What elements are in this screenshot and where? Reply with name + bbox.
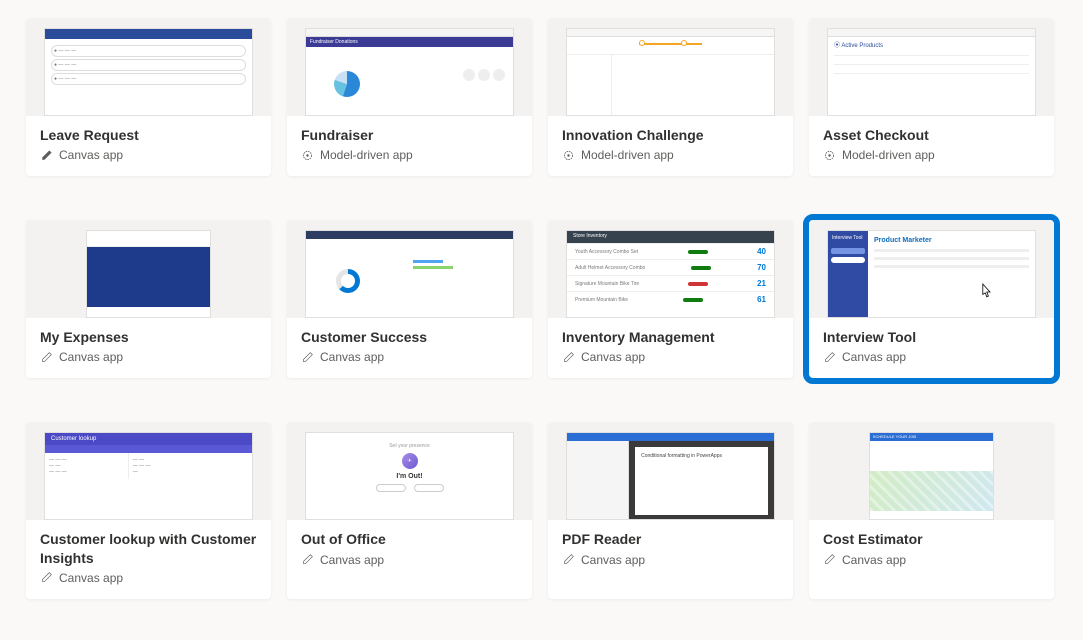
app-card-asset-checkout[interactable]: ⦿ Active Products Asset Checkout Model-d…: [809, 18, 1054, 176]
cursor-pointer-icon: [978, 282, 994, 307]
app-type: Canvas app: [59, 350, 123, 364]
pencil-icon: [562, 553, 575, 566]
app-title: Customer lookup with Customer Insights: [40, 530, 257, 566]
app-type: Canvas app: [320, 350, 384, 364]
pencil-icon: [40, 351, 53, 364]
app-card-cost-estimator[interactable]: SCHEDULE YOUR JOB Cost Estimator Canvas …: [809, 422, 1054, 598]
gear-icon: [562, 149, 575, 162]
app-type: Canvas app: [842, 553, 906, 567]
app-thumbnail: [287, 220, 532, 318]
app-card-pdf-reader[interactable]: Conditional formatting in PowerApps PDF …: [548, 422, 793, 598]
app-thumbnail: ● — — — ● — — — ● — — —: [26, 18, 271, 116]
pencil-icon: [40, 149, 53, 162]
app-thumbnail: [548, 18, 793, 116]
app-title: Out of Office: [301, 530, 518, 548]
app-card-my-expenses[interactable]: My Expenses Canvas app: [26, 220, 271, 378]
app-thumbnail: [26, 220, 271, 318]
pencil-icon: [823, 553, 836, 566]
app-title: Asset Checkout: [823, 126, 1040, 144]
pencil-icon: [823, 351, 836, 364]
pencil-icon: [40, 571, 53, 584]
app-card-leave-request[interactable]: ● — — — ● — — — ● — — — Leave Request Ca…: [26, 18, 271, 176]
pencil-icon: [562, 351, 575, 364]
app-card-innovation-challenge[interactable]: Innovation Challenge Model-driven app: [548, 18, 793, 176]
app-thumbnail: Set your presence ✈ I'm Out!: [287, 422, 532, 520]
app-card-interview-tool[interactable]: Interview Tool Product Marketer Intervie…: [809, 220, 1054, 378]
app-thumbnail: SCHEDULE YOUR JOB: [809, 422, 1054, 520]
app-type: Canvas app: [581, 553, 645, 567]
app-thumbnail: ⦿ Active Products: [809, 18, 1054, 116]
app-thumbnail: Store Inventory Youth Accessory Combo Se…: [548, 220, 793, 318]
app-thumbnail: Fundraiser Donations: [287, 18, 532, 116]
gear-icon: [823, 149, 836, 162]
app-gallery: ● — — — ● — — — ● — — — Leave Request Ca…: [0, 0, 1083, 599]
app-title: My Expenses: [40, 328, 257, 346]
app-type: Canvas app: [581, 350, 645, 364]
pencil-icon: [301, 553, 314, 566]
app-type: Model-driven app: [581, 148, 674, 162]
app-title: Inventory Management: [562, 328, 779, 346]
app-title: Customer Success: [301, 328, 518, 346]
app-thumbnail: Interview Tool Product Marketer: [809, 220, 1054, 318]
app-title: Innovation Challenge: [562, 126, 779, 144]
app-title: Cost Estimator: [823, 530, 1040, 548]
app-title: PDF Reader: [562, 530, 779, 548]
app-card-customer-lookup[interactable]: Customer lookup — — —— —— — — — —— — —— …: [26, 422, 271, 598]
app-type: Model-driven app: [320, 148, 413, 162]
app-card-out-of-office[interactable]: Set your presence ✈ I'm Out! Out of Offi…: [287, 422, 532, 598]
app-type: Canvas app: [59, 571, 123, 585]
app-card-customer-success[interactable]: Customer Success Canvas app: [287, 220, 532, 378]
app-title: Fundraiser: [301, 126, 518, 144]
app-type: Canvas app: [320, 553, 384, 567]
app-type: Canvas app: [842, 350, 906, 364]
app-thumbnail: Customer lookup — — —— —— — — — —— — ——: [26, 422, 271, 520]
app-title: Leave Request: [40, 126, 257, 144]
pencil-icon: [301, 351, 314, 364]
gear-icon: [301, 149, 314, 162]
app-type: Model-driven app: [842, 148, 935, 162]
app-card-fundraiser[interactable]: Fundraiser Donations Fundraiser Model-dr…: [287, 18, 532, 176]
app-card-inventory-management[interactable]: Store Inventory Youth Accessory Combo Se…: [548, 220, 793, 378]
app-type: Canvas app: [59, 148, 123, 162]
app-title: Interview Tool: [823, 328, 1040, 346]
app-thumbnail: Conditional formatting in PowerApps: [548, 422, 793, 520]
